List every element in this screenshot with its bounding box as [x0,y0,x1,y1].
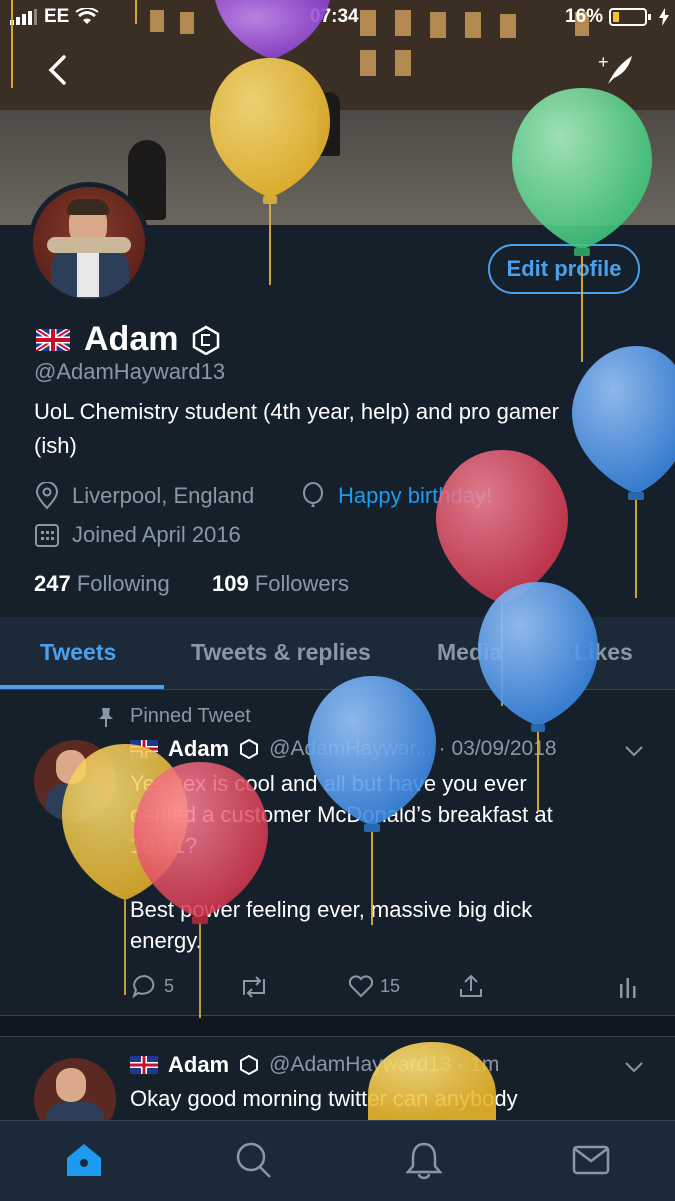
tweet-line: Yes sex is cool and all but have you eve… [130,771,527,796]
tweet-avatar[interactable] [34,1058,116,1120]
tweet-line: Best power feeling ever, massive big dic… [130,897,533,922]
profile-joined: Joined April 2016 [34,522,241,548]
tweet-author-name: Adam [168,736,230,761]
hexagon-badge-icon [240,1054,259,1076]
uk-flag-icon [130,1056,158,1074]
tweet-header: Adam @AdamHayward13 · 1m [130,1052,499,1078]
back-button[interactable] [46,55,68,85]
messages-mail-icon [572,1145,610,1175]
location-text: Liverpool, England [72,483,255,508]
tab-tweets-replies[interactable]: Tweets & replies [191,639,371,666]
profile-name-row: Adam [36,320,220,359]
profile-name: Adam [84,320,179,358]
chevron-down-icon [625,746,643,757]
battery-percent: 16% [565,6,604,27]
pinned-label-row: Pinned Tweet [96,705,251,728]
signal-icon [10,9,37,25]
pinned-tweet[interactable]: Pinned Tweet Adam @AdamHaywar... · 03/09… [0,690,675,1015]
tab-likes[interactable]: Likes [574,639,633,666]
notifications-bell-icon [405,1142,443,1179]
status-bar-left: EE [10,6,99,28]
hexagon-badge-icon [240,738,259,760]
uk-flag-icon [130,740,158,758]
compose-tweet-button[interactable]: + [598,52,634,88]
joined-text: Joined April 2016 [72,522,241,547]
location-pin-icon [35,482,59,510]
pinned-label: Pinned Tweet [130,705,251,727]
retweet-button[interactable] [238,975,270,999]
like-button[interactable]: 15 [348,974,400,998]
tweet-line: denied a customer McDonald’s breakfast a… [130,802,553,827]
status-bar-right: 16% [565,6,670,28]
tweet-text: Yes sex is cool and all but have you eve… [130,768,650,956]
profile-bio: UoL Chemistry student (4th year, help) a… [34,395,654,463]
reply-count: 5 [164,975,175,996]
tab-tweets[interactable]: Tweets [40,639,116,666]
reply-icon [132,974,155,998]
profile-tabs: Tweets Tweets & replies Media Likes [0,617,675,690]
tweet-options-button[interactable] [624,1060,644,1074]
bio-line: UoL Chemistry student (4th year, help) a… [34,399,560,424]
share-icon [460,974,482,997]
balloon [572,346,675,598]
reply-button[interactable]: 5 [132,974,174,998]
followers-count: 109 [212,571,249,596]
search-icon [236,1142,271,1178]
following-count: 247 [34,571,71,596]
tab-active-indicator [0,685,164,689]
retweet-icon [243,976,265,998]
edit-profile-button[interactable]: Edit profile [488,244,640,294]
battery-icon [609,8,652,26]
analytics-button[interactable] [618,974,638,998]
carrier: EE [44,6,70,27]
pin-icon [99,707,113,727]
tweet-line: 10:31? [130,833,198,858]
followers-label: Followers [254,571,349,596]
status-time: 07:34 [310,6,359,27]
nav-messages[interactable] [572,1143,612,1177]
svg-text:+: + [598,52,609,72]
profile-avatar[interactable] [28,182,150,304]
tweet-line [130,861,650,894]
bio-line: (ish) [34,433,77,458]
bottom-nav-bar [0,1120,675,1201]
tweet-divider [0,1015,675,1037]
analytics-bars-icon [620,978,636,998]
tweet-handle-time: @AdamHayward13 · 1m [269,1053,500,1076]
hexagon-badge-icon [193,325,220,355]
birthday-link[interactable]: Happy birthday! [338,483,492,509]
tweet-avatar[interactable] [34,740,116,822]
tab-media[interactable]: Media [437,639,502,666]
nav-search[interactable] [234,1141,274,1179]
heart-icon [348,975,374,998]
profile-location: Liverpool, England [34,482,254,510]
tweet-author-name: Adam [168,1052,230,1077]
tweet[interactable]: Adam @AdamHayward13 · 1m Okay good morni… [0,1036,675,1120]
share-button[interactable] [458,973,484,999]
nav-home[interactable] [64,1141,104,1179]
tweet-header: Adam @AdamHaywar... · 03/09/2018 [130,736,557,762]
calendar-icon [35,524,59,547]
balloon-icon [303,482,323,507]
wifi-icon [75,8,99,24]
tweet-handle-time: @AdamHaywar... · 03/09/2018 [269,737,557,760]
tweet-line: energy. [130,928,202,953]
charging-bolt-icon [659,8,670,26]
like-count: 15 [380,975,401,996]
profile-handle: @AdamHayward13 [34,359,226,384]
tweet-text: Okay good morning twitter can anybody [130,1086,518,1111]
nav-notifications[interactable] [404,1141,444,1179]
tweet-options-button[interactable] [624,744,644,758]
chevron-down-icon [625,1062,643,1073]
new-tweet-feather-icon: + [598,52,632,84]
followers-link[interactable]: 109 Followers [212,571,349,597]
chevron-left-icon [48,55,66,85]
following-label: Following [76,571,170,596]
uk-flag-icon [36,328,70,351]
home-icon [67,1144,101,1176]
profile-birthday: Happy birthday! [300,482,492,510]
following-link[interactable]: 247 Following [34,571,170,597]
